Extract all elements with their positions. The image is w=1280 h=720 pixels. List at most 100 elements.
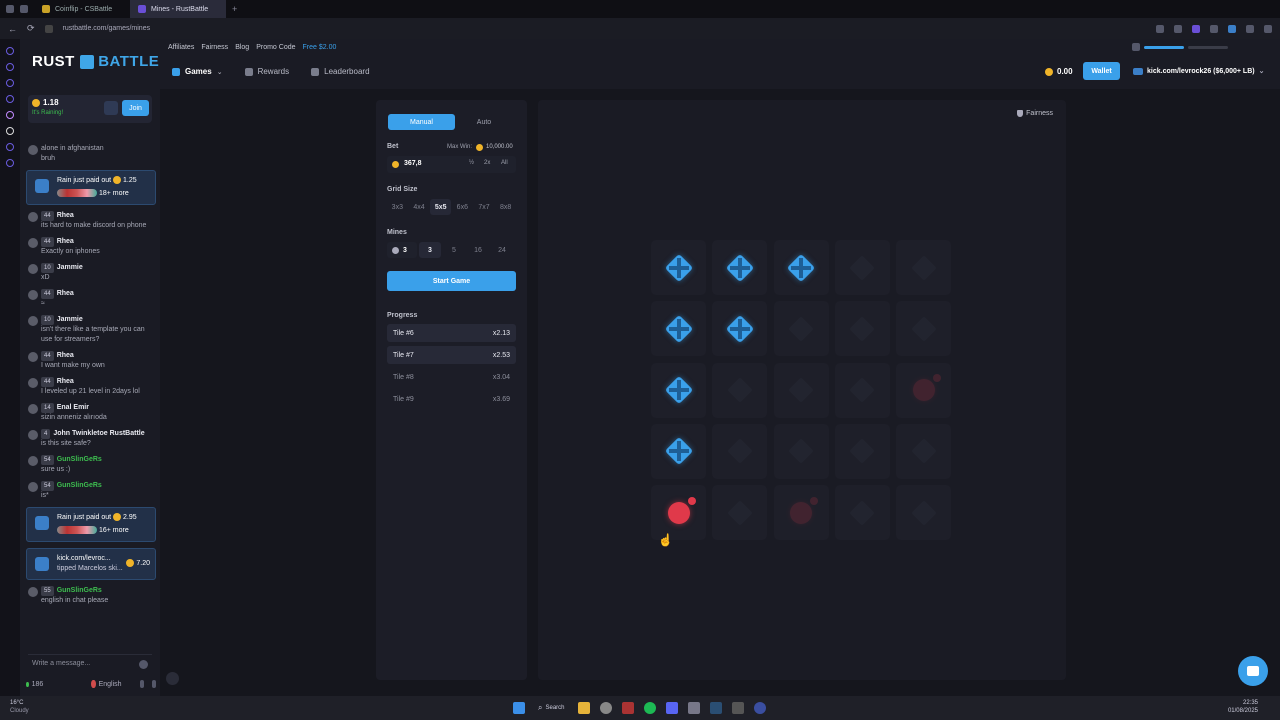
grid-tile[interactable] — [773, 362, 829, 418]
avatar[interactable] — [28, 238, 38, 248]
weather-widget[interactable]: 16°C Cloudy — [10, 699, 29, 715]
avatar[interactable] — [28, 212, 38, 222]
extension-icon[interactable] — [1228, 24, 1236, 33]
chat-input[interactable]: Write a message... — [28, 654, 152, 672]
promo-code-link[interactable]: Promo Code — [256, 44, 295, 51]
twitch-icon[interactable] — [6, 111, 14, 119]
tab-coinflip[interactable]: Coinflip - CSBattle — [34, 0, 130, 18]
chat-username[interactable]: GunSlinGeRs — [57, 456, 102, 463]
grid-size-option[interactable]: 7x7 — [474, 199, 495, 215]
mines-count-option[interactable]: 5 — [443, 242, 465, 258]
avatar[interactable] — [28, 404, 38, 414]
grid-size-option[interactable]: 6x6 — [452, 199, 473, 215]
chat-username[interactable]: Rhea — [57, 378, 74, 385]
extension-icon[interactable] — [1156, 24, 1164, 33]
manual-tab[interactable]: Manual — [388, 114, 455, 130]
avatar[interactable] — [28, 316, 38, 326]
chat-username[interactable]: GunSlinGeRs — [57, 482, 102, 489]
clock[interactable]: 22:35 01/08/2025 — [1228, 699, 1258, 715]
grid-tile[interactable] — [896, 423, 952, 479]
grid-tile[interactable] — [834, 423, 890, 479]
grid-tile[interactable] — [651, 485, 706, 541]
mines-count-option[interactable]: 24 — [491, 242, 513, 258]
fairness-button[interactable]: Fairness — [1017, 110, 1053, 117]
join-rain-button[interactable]: Join — [122, 100, 149, 116]
sidebar-app-icon[interactable] — [6, 79, 14, 87]
chat-username[interactable]: Rhea — [57, 290, 74, 297]
grid-tile[interactable] — [651, 301, 706, 357]
half-bet-button[interactable]: ½ — [469, 160, 474, 166]
mines-count-option[interactable]: 3 — [419, 242, 441, 258]
discord-icon[interactable] — [665, 702, 678, 714]
extension-icon[interactable] — [1174, 24, 1182, 33]
tab-mines[interactable]: Mines - RustBattle — [130, 0, 226, 18]
grid-size-option[interactable]: 5x5 — [430, 199, 451, 215]
chat-username[interactable]: John Twinkletoe RustBattle — [53, 430, 144, 437]
support-chat-button[interactable] — [1238, 656, 1268, 686]
grid-tile[interactable] — [773, 240, 829, 295]
chat-username[interactable]: Enal Emir — [57, 404, 89, 411]
grid-tile[interactable] — [834, 301, 890, 357]
fairness-link[interactable]: Fairness — [201, 44, 228, 51]
app-icon[interactable] — [599, 702, 612, 714]
menu-icon[interactable] — [1264, 24, 1272, 33]
avatar[interactable] — [28, 430, 38, 440]
app-icon[interactable] — [621, 702, 634, 714]
windows-start-icon[interactable] — [513, 702, 525, 714]
file-explorer-icon[interactable] — [577, 702, 590, 714]
tabs-overview-icon[interactable] — [20, 5, 28, 13]
nav-leaderboard[interactable]: Leaderboard — [311, 67, 370, 76]
collapse-chat-icon[interactable] — [166, 672, 179, 685]
grid-tile[interactable] — [712, 423, 768, 479]
nav-games[interactable]: Games ⌄ — [172, 67, 223, 76]
new-tab-icon[interactable]: + — [232, 4, 237, 14]
url-field[interactable]: rustbattle.com/games/mines — [63, 25, 1146, 32]
sidebar-app-icon[interactable] — [6, 159, 14, 167]
site-info-icon[interactable] — [44, 24, 53, 33]
browser-menu-icon[interactable] — [6, 5, 14, 13]
sidebar-app-icon[interactable] — [6, 143, 14, 151]
avatar[interactable] — [28, 290, 38, 300]
grid-tile[interactable] — [896, 240, 952, 295]
volume-slider[interactable] — [1144, 45, 1184, 49]
app-icon[interactable] — [687, 702, 700, 714]
avatar[interactable] — [28, 587, 38, 597]
grid-tile[interactable] — [896, 362, 952, 418]
wallet-button[interactable]: Wallet — [1083, 62, 1120, 80]
grid-tile[interactable] — [712, 362, 768, 418]
grid-tile[interactable] — [712, 301, 768, 357]
steam-icon[interactable] — [709, 702, 722, 714]
mines-input[interactable]: 3 — [387, 242, 417, 258]
extension-icon[interactable] — [1192, 24, 1200, 33]
grid-tile[interactable] — [834, 485, 890, 541]
mines-count-option[interactable]: 16 — [467, 242, 489, 258]
spotify-icon[interactable] — [643, 702, 656, 714]
start-game-button[interactable]: Start Game — [387, 271, 516, 291]
chat-username[interactable]: Rhea — [57, 352, 74, 359]
avatar[interactable] — [28, 352, 38, 362]
rustbattle-logo[interactable]: RUST BATTLE — [32, 53, 159, 70]
sidebar-app-icon[interactable] — [6, 47, 14, 55]
grid-size-option[interactable]: 8x8 — [495, 199, 516, 215]
grid-tile[interactable] — [651, 423, 706, 479]
x-icon[interactable] — [6, 127, 14, 135]
sidebar-app-icon[interactable] — [6, 63, 14, 71]
grid-tile[interactable] — [651, 362, 706, 418]
nav-rewards[interactable]: Rewards — [244, 67, 289, 76]
auto-tab[interactable]: Auto — [455, 114, 513, 130]
taskbar-search[interactable]: ⌕ Search — [538, 703, 565, 713]
user-menu[interactable]: kick.com/levrock26 ($6,000+ LB) ⌄ — [1133, 67, 1264, 75]
chat-username[interactable]: GunSlinGeRs — [57, 587, 102, 594]
avatar[interactable] — [28, 145, 38, 155]
sidebar-app-icon[interactable] — [6, 95, 14, 103]
grid-tile[interactable] — [712, 240, 768, 295]
avatar[interactable] — [28, 264, 38, 274]
rain-info-icon[interactable] — [104, 101, 118, 115]
bookmark-icon[interactable] — [1210, 24, 1218, 33]
avatar[interactable] — [28, 482, 38, 492]
avatar[interactable] — [28, 378, 38, 388]
grid-tile[interactable] — [773, 423, 829, 479]
double-bet-button[interactable]: 2x — [484, 160, 490, 166]
grid-tile[interactable] — [712, 485, 768, 541]
grid-tile[interactable] — [773, 485, 829, 541]
